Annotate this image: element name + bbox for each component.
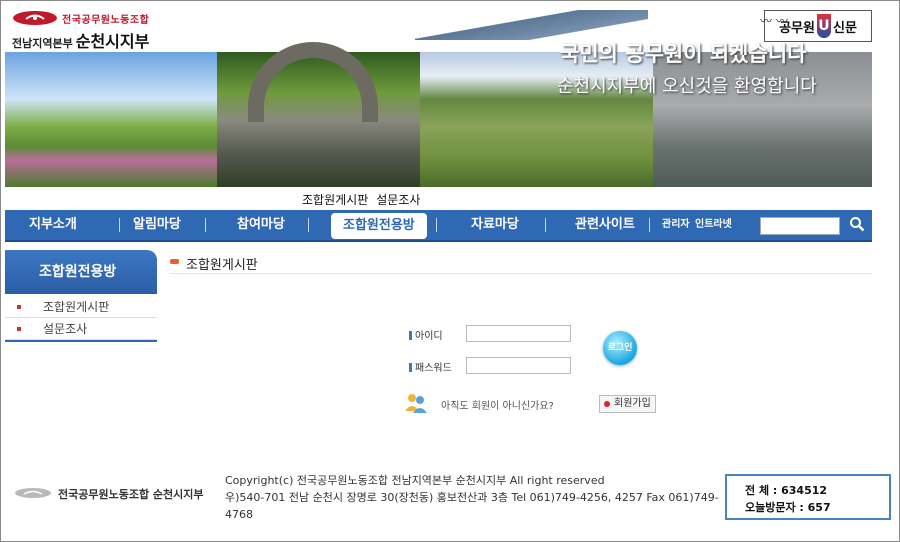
footer-logo: 전국공무원노동조합 순천시지부 — [14, 486, 214, 501]
nav-link-admin[interactable]: 관리자 — [662, 210, 690, 240]
nav-item-resources[interactable]: 자료마당 — [471, 210, 519, 240]
nav-separator — [649, 218, 650, 232]
nav-link-intranet[interactable]: 인트라넷 — [695, 210, 732, 240]
page-title: 조합원게시판 — [186, 258, 258, 273]
search-input[interactable] — [760, 217, 840, 235]
banner-slogan-1: 국민의 공무원이 되겠습니다 — [560, 42, 807, 66]
nav-item-about[interactable]: 지부소개 — [29, 210, 77, 240]
banner-slogan-2: 순천시지부에 오신것을 환영합니다 — [557, 76, 817, 97]
logo-sub-branch-name: 순천시지부 — [75, 32, 150, 51]
id-label: 아이디 — [409, 327, 443, 342]
logo-union-name: 전국공무원노동조합 — [62, 15, 150, 26]
members-icon — [405, 394, 427, 413]
password-input[interactable] — [466, 357, 571, 374]
sidebar-item-label: 조합원게시판 — [43, 300, 110, 314]
nav-item-members[interactable]: 조합원전용방 — [331, 213, 427, 239]
footer-copyright: Copyright(c) 전국공무원노동조합 전남지역본부 순천시지부 All … — [225, 472, 720, 523]
sidebar-bottom-line — [5, 340, 157, 342]
join-button[interactable]: 회원가입 — [599, 395, 656, 413]
sidebar-item-survey[interactable]: 설문조사 — [5, 318, 157, 340]
breadcrumb-item-board[interactable]: 조합원게시판 — [302, 193, 368, 207]
total-visitors: 전 체 : 634512 — [745, 484, 828, 497]
union-logo[interactable]: 전국공무원노동조합 전남지역본부 순천시지부 — [12, 8, 162, 51]
today-visitors: 오늘방문자 : 657 — [745, 501, 831, 514]
address-text: 우)540-701 전남 순천시 장명로 30(장천동) 홍보전산과 3층 Te… — [225, 491, 719, 521]
label-marker-icon — [409, 363, 412, 372]
breadcrumb-item-survey[interactable]: 설문조사 — [376, 193, 420, 207]
nav-item-notice[interactable]: 알림마당 — [133, 210, 181, 240]
footer-logo-text: 전국공무원노동조합 순천시지부 — [58, 488, 204, 501]
join-bullet-icon — [604, 401, 610, 407]
sidebar-title: 조합원전용방 — [5, 250, 157, 294]
nav-item-participation[interactable]: 참여마당 — [237, 210, 285, 240]
birds-icon: 〰 〰 — [760, 14, 788, 28]
mountain-shape — [415, 10, 648, 40]
nav-separator — [205, 218, 206, 232]
logo-branch-name: 전남지역본부 — [12, 37, 73, 50]
not-member-text: 아직도 회원이 아니신가요? — [441, 401, 554, 412]
sidebar: 조합원전용방 조합원게시판 설문조사 — [5, 250, 157, 342]
footer-emblem-icon — [15, 488, 51, 498]
nav-separator — [545, 218, 546, 232]
login-box: 아이디 패스워드 로그인 아직도 회원이 아니신가요? 회원가입 — [395, 318, 657, 426]
nav-separator — [119, 218, 120, 232]
magnifier-icon — [850, 217, 865, 232]
nav-separator — [436, 218, 437, 232]
search-icon[interactable] — [847, 216, 867, 236]
bullet-icon — [17, 327, 21, 331]
password-label: 패스워드 — [409, 359, 452, 374]
login-button[interactable]: 로그인 — [603, 331, 637, 365]
visitor-counter: 전 체 : 634512 오늘방문자 : 657 — [725, 474, 891, 520]
newspaper-u-icon: U — [816, 14, 831, 38]
newspaper-right-text: 신문 — [832, 20, 857, 36]
sidebar-item-label: 설문조사 — [43, 322, 88, 336]
title-marker-icon — [170, 259, 179, 264]
main-nav: 지부소개 알림마당 참여마당 조합원전용방 자료마당 관련사이트 관리자 인트라… — [5, 210, 872, 242]
label-marker-icon — [409, 331, 412, 340]
nav-item-related-sites[interactable]: 관련사이트 — [575, 210, 635, 240]
nav-separator — [308, 218, 309, 232]
bullet-icon — [17, 305, 21, 309]
copyright-text: Copyright(c) 전국공무원노동조합 전남지역본부 순천시지부 All … — [225, 474, 605, 487]
id-input[interactable] — [466, 325, 571, 342]
breadcrumb: 조합원게시판 설문조사 — [302, 191, 420, 208]
union-emblem-icon — [13, 11, 57, 25]
sidebar-item-board[interactable]: 조합원게시판 — [5, 296, 157, 318]
page-title-bar: 조합원게시판 — [170, 254, 872, 274]
banner-photo-wetland — [5, 52, 217, 187]
